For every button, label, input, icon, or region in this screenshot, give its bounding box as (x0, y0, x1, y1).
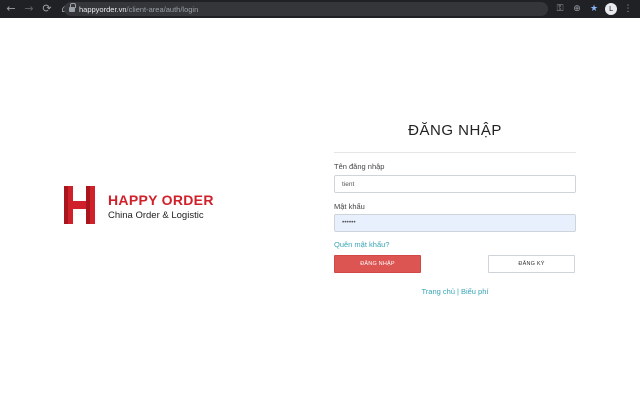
link-separator: | (457, 287, 459, 296)
pricing-link[interactable]: Biểu phí (461, 287, 489, 296)
url-path: /client-area/auth/login (126, 4, 199, 14)
home-link[interactable]: Trang chủ (422, 287, 456, 296)
profile-avatar[interactable]: L (605, 3, 617, 15)
logo-mark-icon (64, 186, 95, 224)
username-label: Tên đăng nhập (334, 162, 385, 171)
login-button[interactable]: ĐĂNG NHẬP (334, 255, 421, 273)
star-icon[interactable]: ★ (588, 3, 600, 15)
browser-actions: ⚿ ⊕ ★ L ⋮ (549, 0, 634, 18)
extension-icon[interactable]: ⊕ (571, 3, 583, 15)
forward-icon[interactable]: → (22, 2, 36, 16)
title-divider (334, 152, 576, 153)
forgot-password-link[interactable]: Quên mật khẩu? (334, 240, 389, 249)
password-label: Mật khẩu (334, 202, 365, 211)
brand-logo: HAPPY ORDER China Order & Logistic (64, 186, 234, 224)
password-input[interactable]: •••••• (334, 214, 576, 232)
register-button[interactable]: ĐĂNG KÝ (488, 255, 575, 273)
back-icon[interactable]: ← (4, 2, 18, 16)
reload-icon[interactable]: ⟳ (40, 2, 54, 16)
brand-name: HAPPY ORDER (108, 192, 214, 208)
page-title: ĐĂNG NHẬP (408, 122, 502, 139)
footer-links: Trang chủ | Biểu phí (334, 287, 576, 296)
url-host: happyorder.vn (79, 4, 127, 14)
menu-icon[interactable]: ⋮ (622, 3, 634, 15)
browser-toolbar: ← → ⟳ ⌂ happyorder.vn/client-area/auth/l… (0, 0, 640, 18)
key-icon[interactable]: ⚿ (554, 3, 566, 15)
address-bar[interactable]: happyorder.vn/client-area/auth/login (64, 2, 548, 16)
address-url: happyorder.vn/client-area/auth/login (79, 5, 198, 14)
lock-icon[interactable] (69, 2, 76, 13)
brand-tagline: China Order & Logistic (108, 210, 204, 221)
username-input[interactable] (334, 175, 576, 193)
